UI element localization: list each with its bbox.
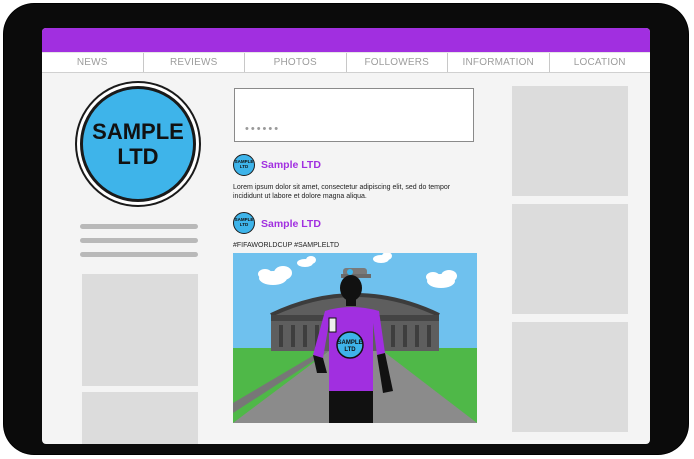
- shirt-badge-line2: LTD: [344, 347, 356, 353]
- post-photo[interactable]: SAMPLE LTD: [233, 253, 477, 423]
- screen: NEWS REVIEWS PHOTOS FOLLOWERS INFORMATIO…: [42, 28, 650, 444]
- nav-bar: NEWS REVIEWS PHOTOS FOLLOWERS INFORMATIO…: [42, 52, 650, 73]
- post-text: Lorem ipsum dolor sit amet, consectetur …: [233, 184, 451, 200]
- tab-news[interactable]: NEWS: [42, 53, 144, 72]
- post-avatar[interactable]: SAMPLE LTD: [233, 212, 255, 234]
- right-placeholder-panel: [512, 86, 628, 196]
- top-header-bar: [42, 28, 650, 52]
- composer-placeholder: ••••••: [245, 123, 281, 135]
- tab-followers[interactable]: FOLLOWERS: [347, 53, 448, 72]
- post-author[interactable]: Sample LTD: [261, 218, 321, 230]
- tablet-frame: NEWS REVIEWS PHOTOS FOLLOWERS INFORMATIO…: [4, 4, 688, 454]
- placeholder-line: [80, 238, 198, 243]
- post-author[interactable]: Sample LTD: [261, 159, 321, 171]
- tab-photos[interactable]: PHOTOS: [245, 53, 347, 72]
- post-avatar[interactable]: SAMPLE LTD: [233, 154, 255, 176]
- logo-text-line1: SAMPLE: [92, 118, 184, 144]
- placeholder-line: [80, 224, 198, 229]
- left-placeholder-panel: [82, 392, 198, 444]
- photo-illustration: SAMPLE LTD: [233, 253, 477, 423]
- right-placeholder-panel: [512, 322, 628, 432]
- tab-information[interactable]: INFORMATION: [448, 53, 550, 72]
- post-composer[interactable]: ••••••: [234, 88, 474, 142]
- left-placeholder-panel: [82, 274, 198, 386]
- tab-reviews[interactable]: REVIEWS: [144, 53, 245, 72]
- profile-logo: SAMPLE LTD: [80, 86, 196, 202]
- placeholder-line: [80, 252, 198, 257]
- tab-location[interactable]: LOCATION: [550, 53, 651, 72]
- right-placeholder-panel: [512, 204, 628, 314]
- avatar-text-line2: LTD: [239, 164, 249, 169]
- post-hashtags: #FIFAWORLDCUP #SAMPLELTD: [233, 242, 340, 249]
- avatar-text-line2: LTD: [239, 222, 249, 227]
- logo-text-line2: LTD: [117, 144, 159, 169]
- shirt-badge-line1: SAMPLE: [337, 340, 362, 346]
